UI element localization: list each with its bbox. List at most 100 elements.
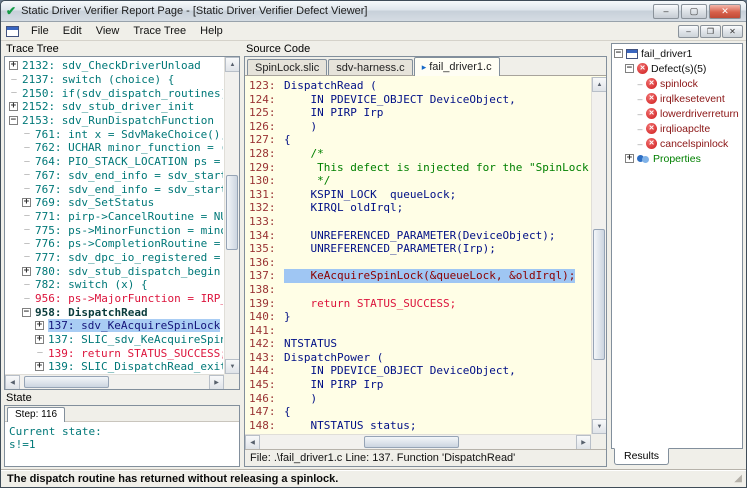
tab-spinlock-slic[interactable]: SpinLock.slic (247, 59, 328, 75)
code-area[interactable]: 123: DispatchRead (124: IN PDEVICE_OBJECT… (245, 77, 590, 433)
trace-tree-item[interactable]: +769: sdv_SetStatus (6, 196, 223, 210)
trace-tree-item[interactable]: −2153: sdv_RunDispatchFunction (6, 114, 223, 128)
defect-item[interactable]: – ✕ lowerdriverreturn (612, 106, 742, 121)
trace-tree-item[interactable]: –956: ps->MajorFunction = IRP_M (6, 292, 223, 306)
trace-tree-item[interactable]: –761: int x = SdvMakeChoice(); (6, 127, 223, 141)
menu-trace-tree[interactable]: Trace Tree (126, 22, 193, 40)
scroll-left-icon[interactable]: ◀ (245, 435, 260, 450)
source-code-line: 134: UNREFERENCED_PARAMETER(DeviceObject… (249, 229, 590, 243)
menu-view[interactable]: View (89, 22, 127, 40)
trace-tree-item[interactable]: +137: SLIC_sdv_KeAcquireSpinL (6, 333, 223, 347)
resize-grip[interactable]: ◢ (734, 473, 742, 484)
code-text: KSPIN_LOCK queueLock; (284, 187, 457, 201)
expand-plus-icon[interactable]: + (9, 61, 18, 71)
scrollbar-track[interactable] (20, 375, 209, 389)
source-code-line: 139: return STATUS_SUCCESS; (249, 297, 590, 311)
defect-item[interactable]: – ✕ spinlock (612, 76, 742, 91)
trace-tree-item[interactable]: –771: pirp->CancelRoutine = NUL (6, 210, 223, 224)
trace-horizontal-scrollbar[interactable]: ◀ ▶ (5, 374, 224, 389)
source-vertical-scrollbar[interactable]: ▲ ▼ (591, 77, 606, 434)
collapse-minus-icon[interactable]: − (22, 307, 31, 317)
defect-item[interactable]: – ✕ irqlkesetevent (612, 91, 742, 106)
code-text: DispatchPower ( (284, 350, 384, 364)
trace-tree-item[interactable]: –762: UCHAR minor_function = (U (6, 141, 223, 155)
collapse-minus-icon[interactable]: − (614, 49, 623, 58)
mdi-close-button[interactable]: ✕ (722, 24, 743, 38)
trace-tree-item[interactable]: −958: DispatchRead (6, 305, 223, 319)
collapse-minus-icon[interactable]: − (9, 116, 18, 126)
scroll-down-icon[interactable]: ▼ (592, 419, 606, 434)
line-number: 135: (249, 242, 276, 256)
line-number: 137: (249, 269, 276, 283)
trace-tree-item[interactable]: –767: sdv_end_info = sdv_start_ (6, 169, 223, 183)
trace-tree-item[interactable]: –775: ps->MinorFunction = minor (6, 223, 223, 237)
maximize-button[interactable]: ▢ (681, 3, 707, 19)
source-code-line: 147: { (249, 405, 590, 419)
state-step-tab[interactable]: Step: 116 (7, 407, 66, 422)
source-code-line: 123: DispatchRead ( (249, 79, 590, 93)
expand-plus-icon[interactable]: + (35, 321, 44, 331)
scroll-up-icon[interactable]: ▲ (225, 57, 239, 72)
expand-plus-icon[interactable]: + (35, 362, 44, 372)
expand-plus-icon[interactable]: + (625, 154, 634, 163)
trace-vertical-scrollbar[interactable]: ▲ ▼ (224, 57, 239, 374)
scroll-left-icon[interactable]: ◀ (5, 375, 20, 389)
tab-fail-driver1-c[interactable]: ▸ fail_driver1.c (413, 57, 500, 76)
menu-help[interactable]: Help (193, 22, 230, 40)
tab-sdv-harness-c[interactable]: sdv-harness.c (328, 59, 413, 75)
scroll-down-icon[interactable]: ▼ (225, 359, 239, 374)
scrollbar-track[interactable] (225, 72, 239, 359)
code-text: KIRQL oldIrql; (284, 201, 404, 215)
minimize-button[interactable]: – (653, 3, 679, 19)
scrollbar-thumb[interactable] (23, 376, 109, 388)
title-bar[interactable]: ✔ Static Driver Verifier Report Page - [… (1, 1, 746, 22)
scrollbar-thumb[interactable] (593, 229, 605, 361)
trace-tree-item[interactable]: –767: sdv_end_info = sdv_start_ (6, 182, 223, 196)
trace-tree-item[interactable]: +139: SLIC_DispatchRead_exit (6, 360, 223, 373)
scrollbar-thumb[interactable] (364, 436, 460, 448)
trace-tree-item[interactable]: +780: sdv_stub_dispatch_begin (6, 264, 223, 278)
defect-group[interactable]: − ✕ Defect(s)(5) (612, 61, 742, 76)
trace-tree-item[interactable]: +137: sdv_KeAcquireSpinLock (6, 319, 223, 333)
collapse-minus-icon[interactable]: − (625, 64, 634, 73)
tree-branch-icon: – (637, 138, 643, 149)
scroll-up-icon[interactable]: ▲ (592, 77, 606, 92)
expand-plus-icon[interactable]: + (35, 335, 44, 345)
defect-item[interactable]: – ✕ irqlioapclte (612, 121, 742, 136)
mdi-minimize-button[interactable]: – (678, 24, 699, 38)
trace-tree-item[interactable]: +2132: sdv_CheckDriverUnload (6, 59, 223, 73)
expand-plus-icon[interactable]: + (9, 102, 18, 112)
close-button[interactable]: ✕ (709, 3, 741, 19)
trace-tree-item[interactable]: –139: return STATUS_SUCCESS; (6, 346, 223, 360)
menu-file[interactable]: File (24, 22, 56, 40)
properties-node[interactable]: + Properties (612, 151, 742, 166)
scrollbar-track[interactable] (592, 92, 606, 419)
trace-tree-item[interactable]: –782: switch (x) { (6, 278, 223, 292)
line-number: 133: (249, 214, 276, 228)
mdi-restore-button[interactable]: ❐ (700, 24, 721, 38)
trace-tree-item[interactable]: –777: sdv_dpc_io_registered = F (6, 251, 223, 265)
defect-tree-root[interactable]: − fail_driver1 (612, 46, 742, 61)
trace-tree-item[interactable]: –776: ps->CompletionRoutine = N (6, 237, 223, 251)
source-code-panel: SpinLock.slic sdv-harness.c ▸ fail_driver1.… (244, 56, 607, 467)
scrollbar-thumb[interactable] (226, 175, 238, 250)
trace-line-text: 958: DispatchRead (35, 305, 148, 319)
driver-icon (626, 48, 638, 59)
menu-edit[interactable]: Edit (56, 22, 89, 40)
defect-item[interactable]: – ✕ cancelspinlock (612, 136, 742, 151)
trace-tree-item[interactable]: –2137: switch (choice) { (6, 73, 223, 87)
tab-results[interactable]: Results (614, 448, 670, 465)
trace-line-text: 767: sdv_end_info = sdv_start_ (35, 168, 223, 182)
scrollbar-track[interactable] (260, 435, 576, 449)
scroll-right-icon[interactable]: ▶ (576, 435, 591, 450)
scroll-right-icon[interactable]: ▶ (209, 375, 224, 389)
code-text: ) (284, 119, 318, 133)
expand-plus-icon[interactable]: + (22, 198, 31, 208)
trace-tree-item[interactable]: –764: PIO_STACK_LOCATION ps = S (6, 155, 223, 169)
trace-line-text: 782: switch (x) { (35, 278, 148, 292)
expand-plus-icon[interactable]: + (22, 266, 31, 276)
trace-tree-item[interactable]: –2150: if(sdv_dispatch_routines) (6, 86, 223, 100)
source-horizontal-scrollbar[interactable]: ◀ ▶ (245, 434, 591, 450)
trace-tree-item[interactable]: +2152: sdv_stub_driver_init (6, 100, 223, 114)
window-title: Static Driver Verifier Report Page - [St… (21, 5, 368, 17)
